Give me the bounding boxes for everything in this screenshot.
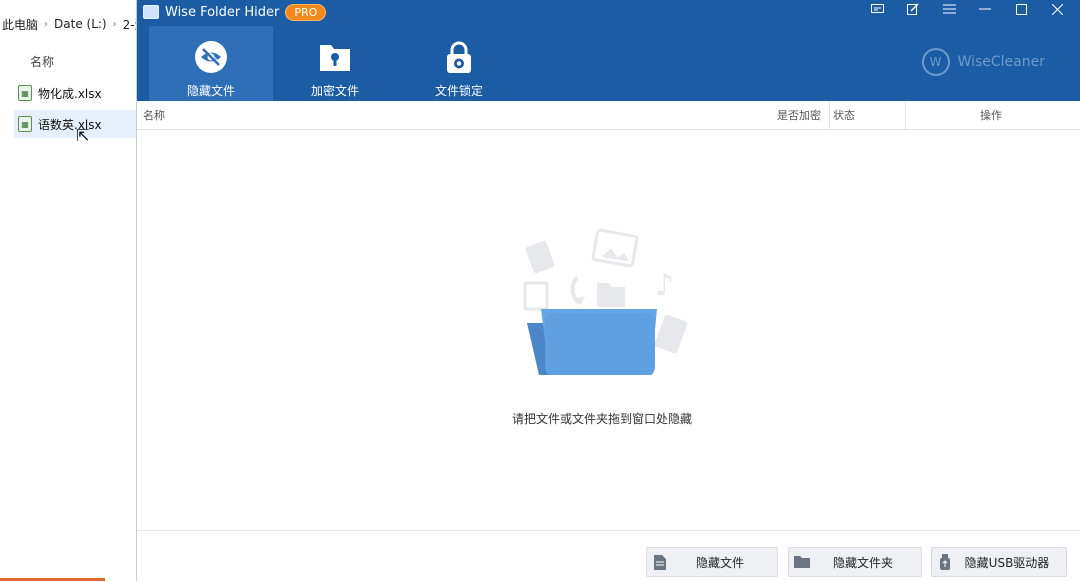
excel-file-icon: ▦ [18,85,32,101]
button-label: 隐藏文件 [695,555,744,570]
usb-drive-icon [932,547,958,577]
menu-icon[interactable] [931,0,967,18]
eye-slash-icon [194,40,228,74]
app-logo-icon [143,5,159,19]
file-name: 语数英.xlsx [38,117,102,132]
file-name: 物化成.xlsx [38,86,102,101]
title-bar: Wise Folder Hider PRO 隐藏文件 加密文件 文件锁定 W W… [137,0,1080,101]
brand-name: WiseCleaner [957,54,1045,70]
column-status[interactable]: 状态 [829,101,906,129]
tab-hide-file[interactable]: 隐藏文件 [149,26,273,101]
wisecleaner-brand[interactable]: W WiseCleaner [921,48,1045,76]
file-explorer-window: 此电脑 › Date (L:) › 2-测 名称 ▦ 物化成.xlsx ▦ 语数… [0,0,147,581]
tab-lock-file[interactable]: 文件锁定 [397,26,521,101]
pro-badge[interactable]: PRO [285,3,327,21]
hide-folder-button[interactable]: 隐藏文件夹 [788,547,922,577]
feedback-icon[interactable] [859,0,895,18]
tab-encrypt-file[interactable]: 加密文件 [273,26,397,101]
hide-usb-drive-button[interactable]: 隐藏USB驱动器 [931,547,1067,577]
breadcrumb-item-pc[interactable]: 此电脑 [2,16,38,33]
button-label: 隐藏USB驱动器 [964,555,1050,570]
app-title: Wise Folder Hider [165,4,280,20]
edit-icon[interactable] [895,0,931,18]
breadcrumb: 此电脑 › Date (L:) › 2-测 [0,0,147,48]
tab-label: 加密文件 [310,84,359,98]
tab-label: 隐藏文件 [186,84,235,98]
close-icon[interactable] [1039,0,1075,18]
column-action: 操作 [980,109,1002,122]
breadcrumb-item-drive[interactable]: Date (L:) [54,17,107,31]
main-tabs: 隐藏文件 加密文件 文件锁定 [149,26,521,101]
tab-label: 文件锁定 [434,84,483,98]
svg-text:♪: ♪ [655,268,674,303]
folder-icon [789,547,815,577]
file-icon [647,547,673,577]
maximize-icon[interactable] [1003,0,1039,18]
hide-file-button[interactable]: 隐藏文件 [646,547,778,577]
button-label: 隐藏文件夹 [832,555,893,570]
breadcrumb-separator-icon: › [112,18,117,30]
lock-icon [442,40,476,74]
bottom-action-bar: 隐藏文件 隐藏文件夹 隐藏USB驱动器 [137,530,1080,582]
minimize-icon[interactable] [967,0,1003,18]
file-item[interactable]: ▦ 物化成.xlsx [14,79,138,107]
explorer-column-name[interactable]: 名称 [30,53,54,70]
drop-zone-illustration[interactable]: ♪ [507,225,697,377]
key-folder-icon [318,40,352,74]
breadcrumb-separator-icon: › [44,18,49,30]
excel-file-icon: ▦ [18,116,32,132]
table-header: 名称 是否加密 状态 操作 [137,101,1080,130]
mouse-cursor-icon: ⇱ [76,126,90,145]
wise-folder-hider-window: Wise Folder Hider PRO 隐藏文件 加密文件 文件锁定 W W… [136,0,1080,582]
drop-hint-text: 请把文件或文件夹拖到窗口处隐藏 [511,412,692,426]
column-name[interactable]: 名称 [143,101,165,129]
wisecleaner-logo-icon: W [921,48,950,76]
column-encrypted[interactable]: 是否加密 [757,101,830,129]
